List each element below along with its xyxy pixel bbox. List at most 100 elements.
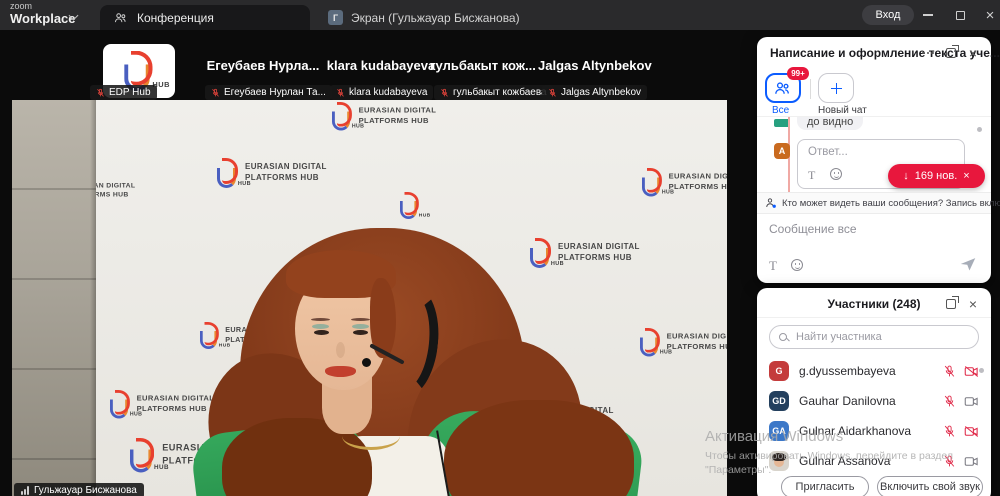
- format-text-icon[interactable]: T: [769, 258, 777, 274]
- chevron-down-icon[interactable]: [70, 11, 78, 19]
- scrollbar[interactable]: [979, 368, 984, 373]
- thumb-name: Егеубаев Нурлан Та...: [224, 87, 326, 98]
- chat-compose[interactable]: Сообщение все T: [757, 214, 991, 283]
- video-thumb-name[interactable]: klara kudabayeva: [325, 58, 437, 76]
- unread-badge: 99+: [787, 67, 809, 80]
- eyeshadow: [312, 324, 329, 329]
- tab-screen-share[interactable]: Г Экран (Гульжауар Бисжанова): [318, 5, 530, 30]
- new-chat-button[interactable]: [818, 73, 854, 103]
- tab-conference-label: Конференция: [137, 11, 214, 25]
- eyebrow: [351, 318, 370, 321]
- people-icon: [774, 81, 792, 96]
- thumb-name: гульбакыт кожбаева: [453, 87, 547, 98]
- camera-icon[interactable]: [964, 455, 979, 468]
- chat-message: до видно: [797, 117, 863, 130]
- thumb-label: Егеубаев Нурлан Та...: [205, 85, 332, 100]
- thumb-name: klara kudabayeva: [349, 87, 427, 98]
- participants-panel: Участники (248) × G g.dyussembayeva GD G…: [757, 288, 991, 496]
- hair: [444, 400, 634, 496]
- mic-muted-icon: [96, 88, 105, 98]
- unmute-button[interactable]: Включить свой звук: [877, 476, 983, 496]
- speaker-person: [12, 100, 727, 496]
- close-icon[interactable]: ×: [966, 46, 980, 60]
- compose-placeholder: Сообщение все: [769, 222, 857, 236]
- mic-muted-icon: [211, 88, 220, 98]
- video-thumb-name[interactable]: Егеубаев Нурла...: [200, 58, 326, 76]
- necklace: [342, 422, 400, 450]
- mic-muted-icon: [336, 88, 345, 98]
- close-window-button[interactable]: ×: [975, 0, 1000, 30]
- reply-placeholder: Ответ...: [808, 146, 848, 158]
- eye: [353, 330, 368, 335]
- avatar: G: [769, 361, 789, 381]
- participant-row[interactable]: G g.dyussembayeva: [757, 356, 991, 386]
- participant-name: Gulnar Aidarkhanova: [799, 424, 933, 438]
- zoom-workplace-window: zoom Workplace Конференция Г Экран (Гуль…: [0, 0, 1000, 496]
- chat-notice: Кто может видеть ваши сообщения? Запись …: [757, 192, 991, 214]
- close-icon[interactable]: ×: [966, 297, 980, 311]
- format-text-icon[interactable]: T: [808, 168, 815, 183]
- emoji-icon[interactable]: [830, 168, 842, 180]
- speaker-name-label: Гульжауар Бисжанова: [14, 483, 144, 496]
- send-icon[interactable]: [959, 256, 977, 272]
- participant-name: Gulnar Assanova: [799, 454, 933, 468]
- more-icon[interactable]: [921, 46, 935, 60]
- avatar: GA: [769, 421, 789, 441]
- participant-row[interactable]: GA Gulnar Aidarkhanova: [757, 416, 991, 446]
- search-input[interactable]: [794, 330, 969, 344]
- nose: [336, 342, 345, 358]
- search-icon: [779, 333, 788, 342]
- mic-muted-icon[interactable]: [943, 365, 956, 378]
- arrow-down-icon: ↓: [903, 170, 909, 182]
- camera-icon[interactable]: [964, 425, 979, 438]
- lips: [325, 366, 356, 377]
- thumb-label: Jalgas Altynbekov: [542, 85, 647, 100]
- thumb-name: Jalgas Altynbekov: [561, 87, 641, 98]
- video-thumb-name[interactable]: Jalgas Altynbekov: [538, 58, 650, 76]
- mic-muted-icon[interactable]: [943, 425, 956, 438]
- thumb-label: EDP Hub: [90, 85, 157, 100]
- eyebrow: [311, 318, 330, 321]
- chat-notice-text: Кто может видеть ваши сообщения? Запись …: [782, 198, 1000, 209]
- new-messages-count: 169 нов.: [915, 170, 958, 182]
- mic-muted-icon: [440, 88, 449, 98]
- participants-header: Участники (248) ×: [757, 288, 991, 318]
- avatar: Г: [328, 10, 343, 25]
- chat-messages[interactable]: до видно A Ответ... T ↓ 169 нов. ×: [757, 117, 991, 192]
- mic-muted-icon: [548, 88, 557, 98]
- maximize-button[interactable]: [945, 0, 975, 30]
- dismiss-icon[interactable]: ×: [963, 170, 969, 182]
- minimize-button[interactable]: [913, 0, 943, 30]
- new-messages-pill[interactable]: ↓ 169 нов. ×: [888, 164, 985, 188]
- brand-zoom: zoom: [10, 2, 76, 11]
- scrollbar[interactable]: [977, 127, 982, 132]
- people-icon: [114, 12, 128, 24]
- pop-out-icon[interactable]: [944, 46, 958, 60]
- participant-row[interactable]: Gulnar Assanova: [757, 446, 991, 476]
- main-video: HUBEURASIAN DIGITALPLATFORMS HUB HUBEURA…: [12, 100, 727, 496]
- participant-name: Gauhar Danilovna: [799, 394, 933, 408]
- participant-row[interactable]: GD Gauhar Danilovna: [757, 386, 991, 416]
- tab-screen-label: Экран (Гульжауар Бисжанова): [351, 11, 520, 25]
- new-chat-label: Новый чат: [818, 105, 867, 116]
- video-thumb-name[interactable]: гульбакыт кож...: [430, 58, 536, 76]
- mic-muted-icon[interactable]: [943, 455, 956, 468]
- camera-icon[interactable]: [964, 365, 979, 378]
- tab-conference[interactable]: Конференция: [100, 5, 310, 30]
- mic-muted-icon[interactable]: [943, 395, 956, 408]
- chat-tabs: 99+ Все Новый чат: [757, 67, 991, 117]
- emoji-icon[interactable]: [791, 259, 803, 271]
- title-bar: zoom Workplace Конференция Г Экран (Гуль…: [0, 0, 1000, 30]
- eyeshadow: [352, 324, 369, 329]
- participant-search[interactable]: [769, 325, 979, 349]
- thumb-name: EDP Hub: [109, 87, 151, 98]
- avatar: [769, 451, 789, 471]
- chat-all-label: Все: [772, 105, 789, 116]
- pop-out-icon[interactable]: [944, 297, 958, 311]
- eye: [314, 330, 329, 335]
- invite-button[interactable]: Пригласить: [781, 476, 869, 496]
- sign-in-button[interactable]: Вход: [862, 5, 914, 25]
- chat-panel: Написание и оформление текста уче... × 9…: [757, 37, 991, 283]
- avatar: GD: [769, 391, 789, 411]
- camera-icon[interactable]: [964, 395, 979, 408]
